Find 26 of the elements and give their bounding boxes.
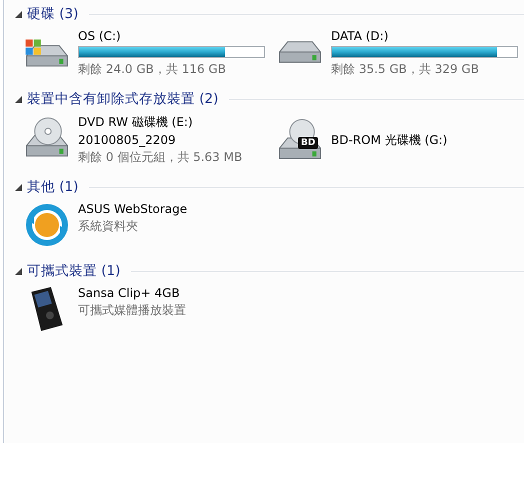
media-player-icon (30, 286, 64, 332)
group-title: 可攜式裝置 (1) (27, 262, 120, 280)
item-name[interactable]: ASUS WebStorage (78, 202, 188, 216)
item-name[interactable]: DATA (D:) (331, 29, 518, 43)
hard-drive-icon (25, 38, 69, 66)
item-name[interactable]: DVD RW 磁碟機 (E:) (78, 114, 242, 131)
collapse-icon[interactable] (15, 10, 22, 18)
hard-drive-icon (279, 41, 321, 63)
group-title: 硬碟 (3) (27, 5, 78, 23)
item-detail: 可攜式媒體播放裝置 (78, 302, 186, 319)
item-detail: 系統資料夾 (78, 218, 139, 235)
item-name[interactable]: BD-ROM 光碟機 (G:) (331, 132, 448, 148)
item-detail: 剩餘 0 個位元組，共 5.63 MB (78, 149, 242, 166)
bd-label: BD (298, 137, 318, 149)
collapse-icon[interactable] (15, 268, 22, 274)
collapse-icon[interactable] (15, 96, 22, 102)
item-name[interactable]: OS (C:) (78, 29, 265, 43)
media-label: 20100805_2209 (78, 133, 177, 147)
group-title: 裝置中含有卸除式存放裝置 (2) (27, 90, 218, 108)
item-detail: 剩餘 35.5 GB，共 329 GB (331, 61, 480, 78)
item-name[interactable]: Sansa Clip+ 4GB (78, 286, 186, 300)
sync-icon (25, 203, 69, 247)
group-title: 其他 (1) (27, 178, 78, 196)
dvd-drive-icon (26, 116, 68, 158)
item-detail: 剩餘 24.0 GB，共 116 GB (78, 61, 227, 78)
collapse-icon[interactable] (15, 184, 22, 190)
